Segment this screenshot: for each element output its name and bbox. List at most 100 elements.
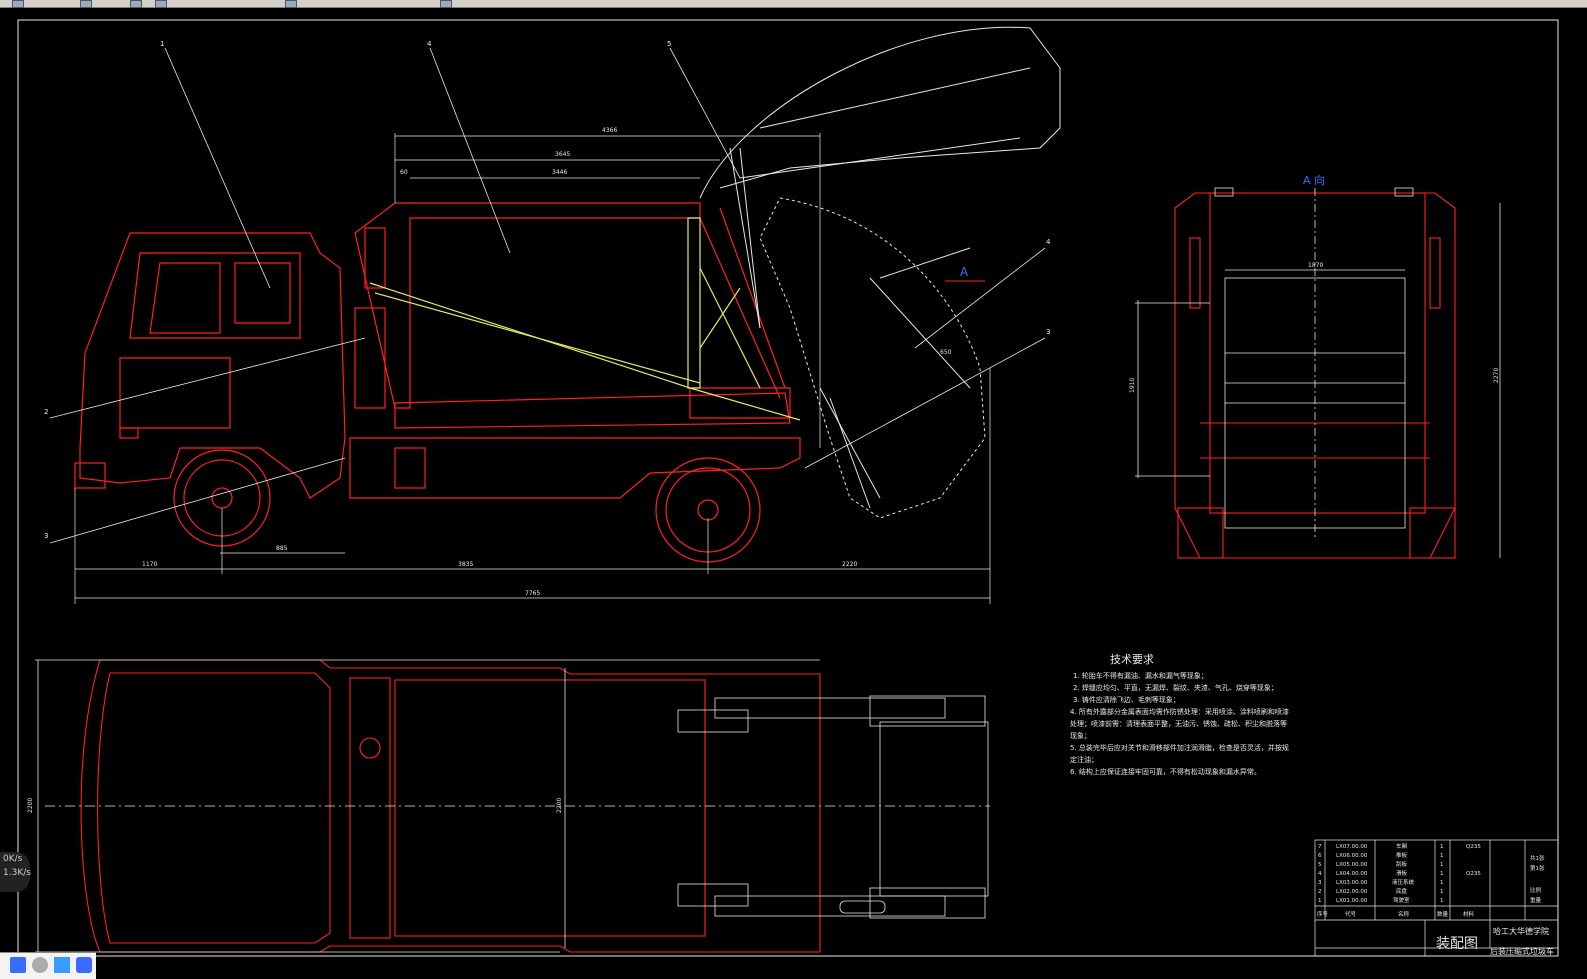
svg-text:数量: 数量 <box>1437 910 1449 918</box>
dim-text: 1910 <box>1129 378 1136 393</box>
dim-text: 2200 <box>556 798 563 813</box>
drawing-title: 装配图 <box>1436 936 1478 952</box>
rear-view-title: A 向 <box>1303 173 1325 187</box>
leader-label: 4 <box>1046 238 1051 246</box>
part-code: LX03.00.00 <box>1336 880 1368 886</box>
title-block-right: 共1张 第1张 比例 重量 <box>1530 854 1545 904</box>
part-name: 底盘 <box>1396 887 1408 895</box>
speed-unit: K/s <box>8 854 23 864</box>
svg-text:比例: 比例 <box>1530 886 1542 894</box>
plan-view-details <box>35 659 990 953</box>
part-no: 3 <box>1318 880 1322 886</box>
part-qty: 1 <box>1440 862 1444 868</box>
toolbar-open-icon[interactable] <box>12 0 24 8</box>
dim-text: 3835 <box>458 561 473 568</box>
leader-label: 3 <box>1046 328 1050 336</box>
part-code: LX07.00.00 <box>1336 844 1368 850</box>
taskbar <box>0 952 96 979</box>
dim-text: 60 <box>400 169 408 176</box>
toolbar-help-icon[interactable] <box>440 0 452 8</box>
upload-speed: 1.3 <box>3 868 18 878</box>
part-qty: 1 <box>1440 880 1444 886</box>
part-no: 7 <box>1318 844 1322 850</box>
dim-text: 2270 <box>1493 368 1500 383</box>
leader-label: 4 <box>427 40 432 48</box>
keyboard-icon[interactable] <box>10 957 26 973</box>
tech-item: 4. 所有外露部分金属表面均需作防锈处理：采用喷涂、涂料喷刷和喷漆处理；喷漆前需… <box>1070 708 1289 740</box>
leader-label: 5 <box>667 40 671 48</box>
toolbar-save-icon[interactable] <box>80 0 92 8</box>
svg-text:名称: 名称 <box>1398 910 1410 918</box>
part-code: LX02.00.00 <box>1336 889 1368 895</box>
part-no: 5 <box>1318 862 1322 868</box>
part-no: 4 <box>1318 871 1322 877</box>
dim-text: 2200 <box>27 798 34 813</box>
part-qty: 1 <box>1440 853 1444 859</box>
tailgate-arc <box>699 26 1061 519</box>
part-name: 推板 <box>1396 851 1408 859</box>
dimensions <box>74 133 991 604</box>
dim-text: 1170 <box>142 561 157 568</box>
svg-text:共1张: 共1张 <box>1530 854 1545 862</box>
svg-text:代号: 代号 <box>1345 910 1357 918</box>
dim-text: 4366 <box>602 127 617 134</box>
dim-text: 1870 <box>1308 262 1323 269</box>
toolbar <box>0 0 1587 8</box>
shirt-icon[interactable] <box>54 957 70 973</box>
part-name: 驾驶室 <box>1393 896 1410 904</box>
project-name: 后装压缩式垃圾车 <box>1490 946 1554 956</box>
svg-text:材料: 材料 <box>1463 910 1475 918</box>
part-code: LX05.00.00 <box>1336 862 1368 868</box>
tech-item: 3. 铸件应清除飞边、毛刺等现象； <box>1073 695 1180 704</box>
part-name: 车厢 <box>1396 842 1408 850</box>
drawing-canvas[interactable]: 1 4 5 4 2 3 3 4366 3645 3446 60 1170 885… <box>0 8 1587 958</box>
dim-text: 3645 <box>555 151 570 158</box>
leader-label: 2 <box>44 408 48 416</box>
svg-text:序号: 序号 <box>1317 910 1329 918</box>
tech-item: 2. 焊缝应均匀、平直，无漏焊、裂纹、夹渣、气孔、烧穿等现象； <box>1073 683 1278 692</box>
dim-text: 7765 <box>525 590 540 597</box>
svg-text:第1张: 第1张 <box>1530 864 1545 872</box>
cad-drawing: 1 4 5 4 2 3 3 4366 3645 3446 60 1170 885… <box>17 19 1559 957</box>
toolbar-layer-icon[interactable] <box>285 0 297 8</box>
part-no: 6 <box>1318 853 1322 859</box>
part-material: Q235 <box>1466 844 1481 850</box>
part-code: LX04.00.00 <box>1336 871 1368 877</box>
part-name: 液压系统 <box>1392 878 1415 886</box>
user-icon[interactable] <box>32 957 48 973</box>
part-material: Q235 <box>1466 871 1481 877</box>
side-view <box>74 202 801 563</box>
lift-mechanism <box>369 217 801 421</box>
parts-headers: 序号 代号 名称 数量 材料 <box>1317 910 1475 918</box>
part-qty: 1 <box>1440 871 1444 877</box>
leader-lines <box>49 47 1046 544</box>
tech-item: 1. 轮胎车不得有漏油、漏水和漏气等现象； <box>1073 671 1208 680</box>
part-qty: 1 <box>1440 898 1444 904</box>
part-no: 1 <box>1318 898 1322 904</box>
part-name: 滑板 <box>1396 869 1408 877</box>
section-arrow: A <box>945 265 985 282</box>
part-qty: 1 <box>1440 889 1444 895</box>
tech-requirements: 技术要求 1. 轮胎车不得有漏油、漏水和漏气等现象； 2. 焊缝应均匀、平直，无… <box>1070 653 1289 776</box>
wrench-icon[interactable] <box>76 957 92 973</box>
toolbar-pan-icon[interactable] <box>155 0 167 8</box>
part-name: 刮板 <box>1396 860 1408 868</box>
speed-unit: K/s <box>17 868 31 878</box>
section-label: A <box>960 265 969 279</box>
part-no: 2 <box>1318 889 1322 895</box>
part-code: LX01.00.00 <box>1336 898 1368 904</box>
dim-text: 650 <box>940 349 952 356</box>
part-code: LX06.00.00 <box>1336 853 1368 859</box>
leader-label: 1 <box>160 40 164 48</box>
tech-title: 技术要求 <box>1110 653 1154 666</box>
tech-item: 6. 结构上应保证连接牢固可靠，不得有松动现象和漏水异常。 <box>1070 768 1261 776</box>
dim-text: 2220 <box>842 561 857 568</box>
drawing-frame <box>17 19 1559 957</box>
svg-text:重量: 重量 <box>1530 896 1542 904</box>
part-qty: 1 <box>1440 844 1444 850</box>
parts-list: 7 LX07.00.00 车厢 1 Q235 6 LX06.00.00 推板 1… <box>1318 842 1481 904</box>
tech-item: 5. 总装完毕后应对关节和滑移部件加注润滑脂，检查是否灵活，并按规定注油； <box>1070 744 1289 764</box>
dim-text: 885 <box>276 545 288 552</box>
toolbar-zoom-icon[interactable] <box>130 0 142 8</box>
dim-text: 3446 <box>552 169 567 176</box>
